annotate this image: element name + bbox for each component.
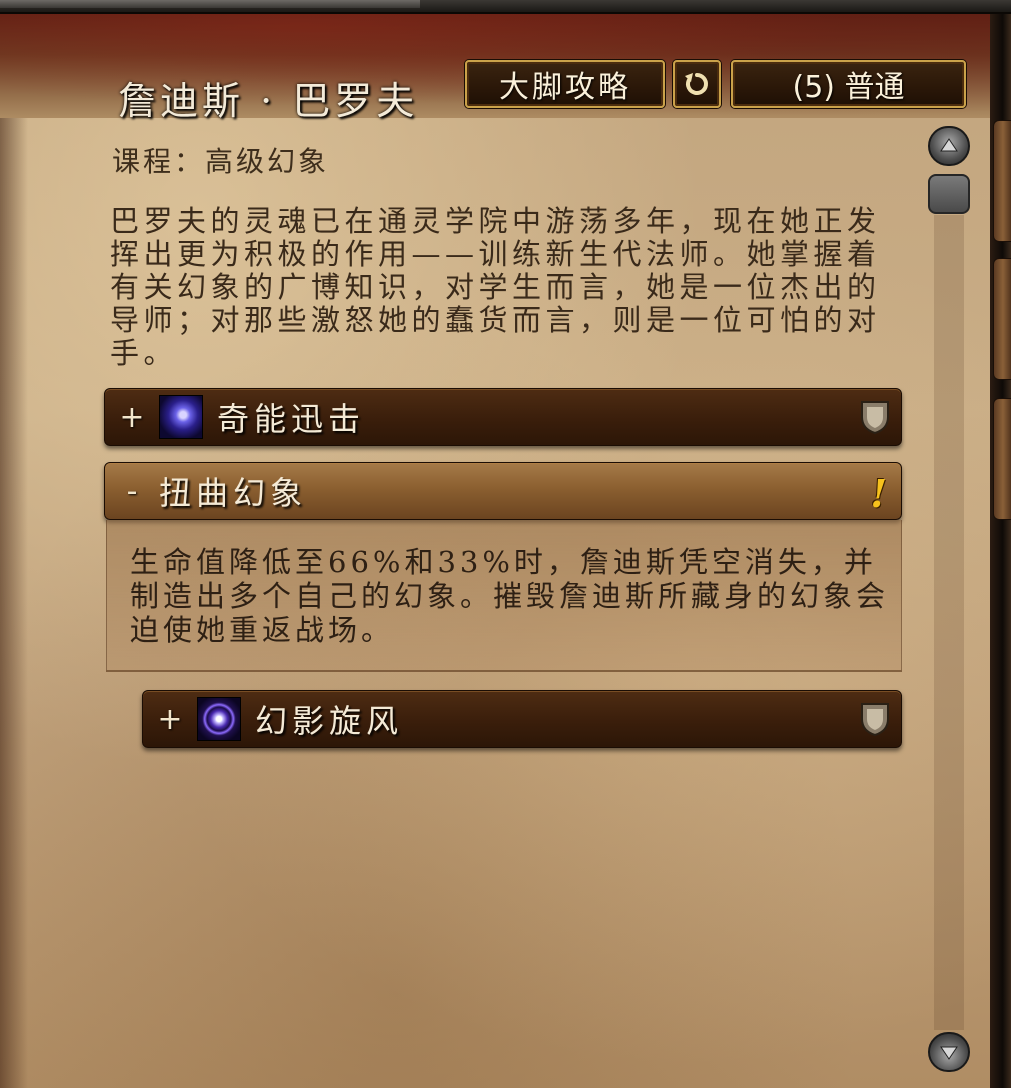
- arrow-up-icon: [940, 138, 958, 152]
- section-phantom-vortex[interactable]: + 幻影旋风: [142, 690, 902, 748]
- expand-toggle[interactable]: +: [143, 702, 197, 737]
- boss-name-title: 詹迪斯 · 巴罗夫: [118, 79, 419, 123]
- refresh-icon: [685, 73, 708, 95]
- section-body-text: 生命值降低至66%和33%时，詹迪斯凭空消失，并制造出多个自己的幻象。摧毁詹迪斯…: [130, 545, 890, 647]
- scrollbar-thumb[interactable]: [928, 174, 970, 214]
- section-label: 奇能迅击: [217, 400, 366, 438]
- collapse-toggle[interactable]: -: [105, 474, 159, 509]
- guide-button[interactable]: 大脚攻略: [465, 60, 665, 108]
- boss-description: 巴罗夫的灵魂已在通灵学院中游荡多年，现在她正发挥出更为积极的作用——训练新生代法…: [110, 204, 881, 370]
- difficulty-button[interactable]: (5) 普通: [731, 60, 966, 108]
- side-tab-1[interactable]: [993, 120, 1011, 242]
- section-label: 扭曲幻象: [159, 474, 308, 512]
- scroll-down-button[interactable]: [928, 1032, 970, 1072]
- scrollbar-track[interactable]: [934, 215, 964, 1030]
- exclamation-icon: !: [870, 471, 887, 516]
- arcane-hand-icon: [159, 395, 203, 439]
- top-bar: [0, 0, 1011, 14]
- section-label: 幻影旋风: [255, 702, 404, 740]
- arrow-down-icon: [940, 1046, 958, 1060]
- course-text: 课程：高级幻象: [112, 145, 330, 178]
- section-arcane-strike[interactable]: + 奇能迅击: [104, 388, 902, 446]
- section-distorted-illusions[interactable]: - 扭曲幻象 !: [104, 462, 902, 520]
- tank-shield-icon: [861, 703, 889, 737]
- vortex-icon: [197, 697, 241, 741]
- side-tab-3[interactable]: [993, 398, 1011, 520]
- expand-toggle[interactable]: +: [105, 400, 159, 435]
- side-tab-2[interactable]: [993, 258, 1011, 380]
- reset-button[interactable]: [673, 60, 721, 108]
- top-bar-segment: [0, 0, 420, 8]
- tank-shield-icon: [861, 401, 889, 435]
- scroll-up-button[interactable]: [928, 126, 970, 166]
